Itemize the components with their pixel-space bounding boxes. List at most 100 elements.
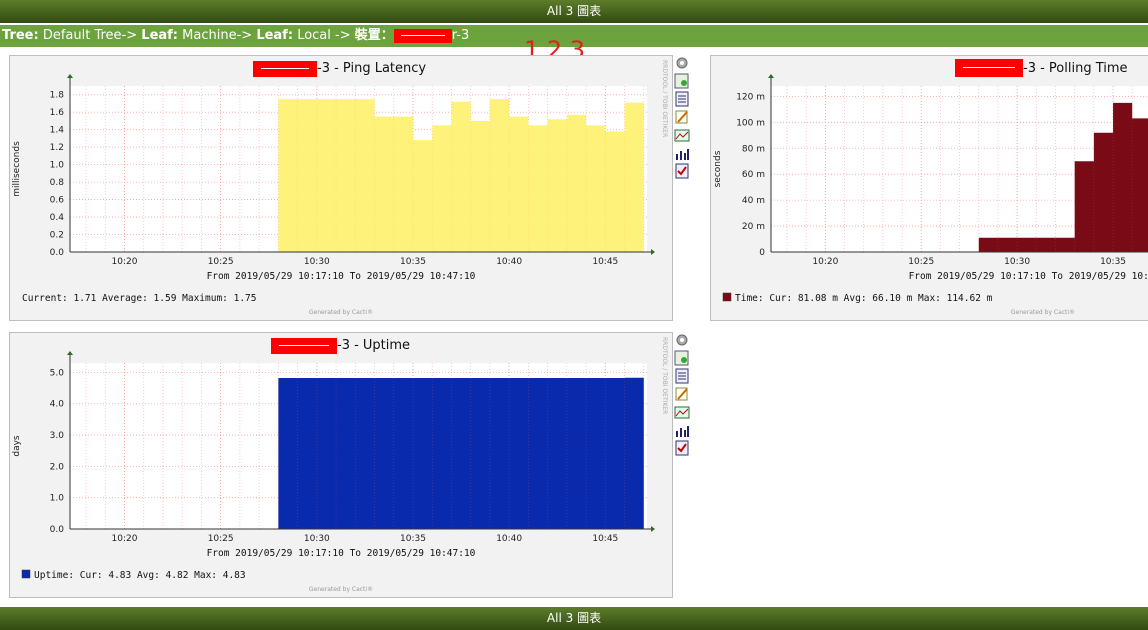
y-axis-arrow <box>67 74 73 78</box>
generated-by: Generated by Cacti® <box>309 586 373 593</box>
redaction-box <box>253 61 317 77</box>
graph-polling-time[interactable]: 0 20 m 40 m 60 m 80 m 100 m 120 m 10:20 10:25 10:… <box>710 55 1148 321</box>
y-tick-label: 0.4 <box>50 213 65 223</box>
footer-bar: All 3 圖表 <box>0 607 1148 630</box>
graph-uptime[interactable]: 0.0 1.0 2.0 3.0 4.0 5.0 10:20 10:25 10:30 10:35 10… <box>9 332 673 598</box>
legend-swatch <box>722 292 732 302</box>
graph-ping-latency[interactable]: 0.0 0.2 0.4 0.6 0.8 1.0 1.2 1.4 1.6 1.8 10:20 10:25… <box>9 55 673 321</box>
y-tick-label: 0 <box>759 248 765 258</box>
graph-debug-icon[interactable] <box>674 404 690 420</box>
y-tick-label: 1.8 <box>50 91 65 101</box>
time-range: From 2019/05/29 10:17:10 To 2019/05/29 1… <box>207 548 476 559</box>
y-tick-label: 100 m <box>736 118 765 128</box>
x-tick-label: 10:45 <box>592 534 618 544</box>
y-tick-label: 0.8 <box>50 178 65 188</box>
y-axis-label: milliseconds <box>12 141 22 197</box>
csv-export-icon[interactable] <box>674 368 690 384</box>
y-tick-label: 1.6 <box>50 108 65 118</box>
y-tick-label: 120 m <box>736 92 765 102</box>
rrdtool-watermark: RRDTOOL / TOBI OETIKER <box>661 60 668 137</box>
zoom-graph-icon[interactable] <box>674 350 690 366</box>
x-tick-label: 10:40 <box>496 257 522 267</box>
x-tick-label: 10:25 <box>908 257 934 267</box>
generated-by: Generated by Cacti® <box>1011 309 1075 316</box>
breadcrumb-leaf2-link[interactable]: Local -> <box>297 28 350 43</box>
redaction-box <box>271 338 337 354</box>
y-tick-label: 1.2 <box>50 143 64 153</box>
x-tick-label: 10:20 <box>812 257 838 267</box>
y-tick-label: 80 m <box>742 144 765 154</box>
y-tick-label: 3.0 <box>50 431 65 441</box>
y-axis-label: seconds <box>713 150 723 187</box>
footer-title: All 3 圖表 <box>546 611 602 625</box>
x-tick-label: 10:20 <box>112 534 138 544</box>
gear-icon[interactable] <box>674 55 690 71</box>
graph-debug-icon[interactable] <box>674 127 690 143</box>
breadcrumb-leaf1-label: Leaf: <box>141 28 179 43</box>
breadcrumb-leaf2-label: Leaf: <box>256 28 294 43</box>
x-tick-label: 10:35 <box>400 534 426 544</box>
edit-graph-icon[interactable] <box>674 109 690 125</box>
legend-text: Time: Cur: 81.08 m Avg: 66.10 m Max: 114… <box>735 293 993 304</box>
ping-latency-chart: 0.0 0.2 0.4 0.6 0.8 1.0 1.2 1.4 1.6 1.8 10:20 10:25… <box>12 60 668 316</box>
y-tick-label: 4.0 <box>50 400 65 410</box>
edit-graph-icon[interactable] <box>674 386 690 402</box>
realtime-graph-icon[interactable] <box>674 422 690 438</box>
legend-text: Uptime: Cur: 4.83 Avg: 4.82 Max: 4.83 <box>34 570 246 581</box>
x-tick-label: 10:40 <box>496 534 522 544</box>
x-tick-label: 10:25 <box>208 534 234 544</box>
breadcrumb-leaf1-link[interactable]: Machine-> <box>182 28 252 43</box>
time-range: From 2019/05/29 10:17:10 To 2019/05/29 1… <box>909 271 1148 282</box>
breadcrumb-device-suffix[interactable]: r-3 <box>452 28 469 43</box>
time-range: From 2019/05/29 10:17:10 To 2019/05/29 1… <box>207 271 476 282</box>
redaction-box <box>955 59 1023 77</box>
graph-actions-uptime <box>674 332 692 458</box>
check-graph-icon[interactable] <box>674 440 690 456</box>
y-tick-label: 60 m <box>742 170 765 180</box>
x-tick-label: 10:35 <box>1100 257 1126 267</box>
y-tick-label: 1.0 <box>50 161 65 171</box>
legend-text: Current: 1.71 Average: 1.59 Maximum: 1.7… <box>22 293 257 304</box>
y-tick-label: 1.0 <box>50 494 65 504</box>
graph-title: -3 - Ping Latency <box>317 61 427 76</box>
y-axis-arrow <box>768 74 774 78</box>
legend-swatch <box>21 569 31 579</box>
data-area <box>278 377 644 529</box>
x-tick-label: 10:30 <box>1004 257 1030 267</box>
y-tick-label: 5.0 <box>50 368 65 378</box>
gear-icon[interactable] <box>674 332 690 348</box>
y-axis-arrow <box>67 351 73 355</box>
y-tick-label: 0.0 <box>50 248 65 258</box>
redaction-box <box>393 28 452 43</box>
polling-time-chart: 0 20 m 40 m 60 m 80 m 100 m 120 m 10:20 10:25 10:… <box>713 74 1148 316</box>
y-axis-label: days <box>12 435 22 457</box>
y-tick-label: 1.4 <box>50 126 65 136</box>
x-tick-label: 10:35 <box>400 257 426 267</box>
csv-export-icon[interactable] <box>674 91 690 107</box>
y-tick-label: 20 m <box>742 222 765 232</box>
y-tick-label: 40 m <box>742 196 765 206</box>
y-tick-label: 2.0 <box>50 462 65 472</box>
breadcrumb-device-label: 裝置： <box>354 28 394 43</box>
uptime-chart: 0.0 1.0 2.0 3.0 4.0 5.0 10:20 10:25 10:30 10:35 10… <box>12 337 668 593</box>
x-tick-label: 10:25 <box>208 257 234 267</box>
x-tick-label: 10:20 <box>112 257 138 267</box>
x-tick-label: 10:45 <box>592 257 618 267</box>
header-bar: All 3 圖表 <box>0 0 1148 23</box>
x-tick-label: 10:30 <box>304 257 330 267</box>
graph-actions-ping <box>674 55 692 181</box>
x-tick-label: 10:30 <box>304 534 330 544</box>
check-graph-icon[interactable] <box>674 163 690 179</box>
x-axis-arrow <box>651 526 655 532</box>
y-tick-label: 0.6 <box>50 196 65 206</box>
x-axis-arrow <box>651 249 655 255</box>
rrdtool-watermark: RRDTOOL / TOBI OETIKER <box>661 337 668 414</box>
zoom-graph-icon[interactable] <box>674 73 690 89</box>
breadcrumb-tree-link[interactable]: Default Tree-> <box>43 28 137 43</box>
y-tick-label: 0.2 <box>50 231 64 241</box>
breadcrumb-tree-label: Tree: <box>2 28 39 43</box>
graph-title: -3 - Polling Time <box>1023 61 1128 76</box>
graph-title: -3 - Uptime <box>337 338 411 353</box>
realtime-graph-icon[interactable] <box>674 145 690 161</box>
generated-by: Generated by Cacti® <box>309 309 373 316</box>
